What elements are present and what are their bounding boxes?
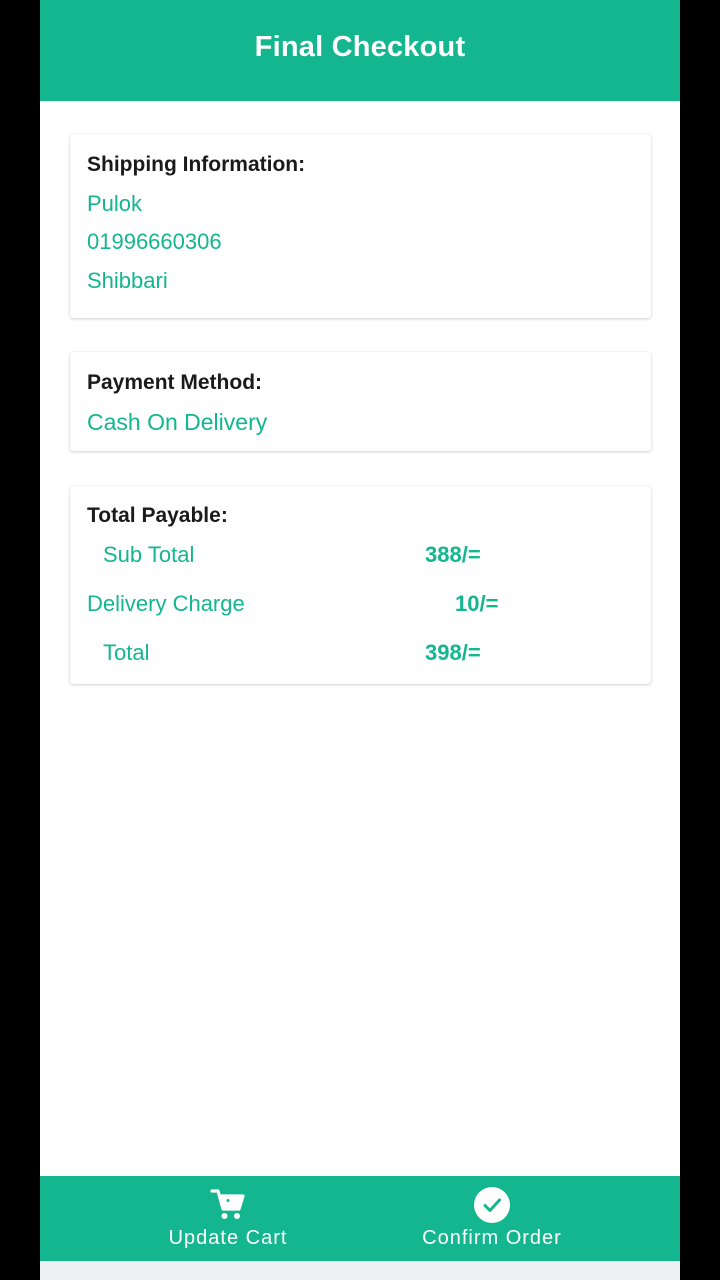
total-value: 398/=	[425, 640, 481, 665]
payment-method-card: Payment Method: Cash On Delivery	[70, 352, 651, 451]
app-bar: Final Checkout	[40, 0, 680, 101]
total-payable-card: Total Payable: Sub Total 388/= Delivery …	[70, 486, 651, 684]
shipping-phone: 01996660306	[87, 229, 222, 254]
total-heading: Total Payable:	[87, 504, 228, 527]
subtotal-label: Sub Total	[103, 542, 195, 567]
update-cart-label: Update Cart	[168, 1227, 288, 1249]
total-label: Total	[103, 640, 150, 665]
shipping-heading: Shipping Information:	[87, 153, 306, 176]
screen: Final Checkout Shipping Information: Pul…	[40, 0, 680, 1280]
delivery-charge-label: Delivery Charge	[87, 591, 245, 616]
shipping-info-card: Shipping Information: Pulok 01996660306 …	[70, 134, 651, 318]
payment-heading: Payment Method:	[87, 371, 263, 394]
check-circle-icon	[473, 1187, 511, 1223]
confirm-order-button[interactable]: Confirm Order	[412, 1176, 572, 1261]
subtotal-value: 388/=	[425, 542, 481, 567]
update-cart-button[interactable]: Update Cart	[158, 1176, 298, 1261]
delivery-charge-value: 10/=	[455, 591, 499, 616]
page-title: Final Checkout	[254, 31, 466, 63]
system-nav-strip	[40, 1261, 680, 1280]
confirm-order-label: Confirm Order	[422, 1227, 562, 1249]
cart-icon	[210, 1188, 246, 1222]
payment-method-value: Cash On Delivery	[87, 409, 268, 435]
shipping-address: Shibbari	[87, 268, 168, 293]
shipping-name: Pulok	[87, 191, 143, 216]
bottom-action-bar: Update Cart Confirm Order	[40, 1176, 680, 1261]
